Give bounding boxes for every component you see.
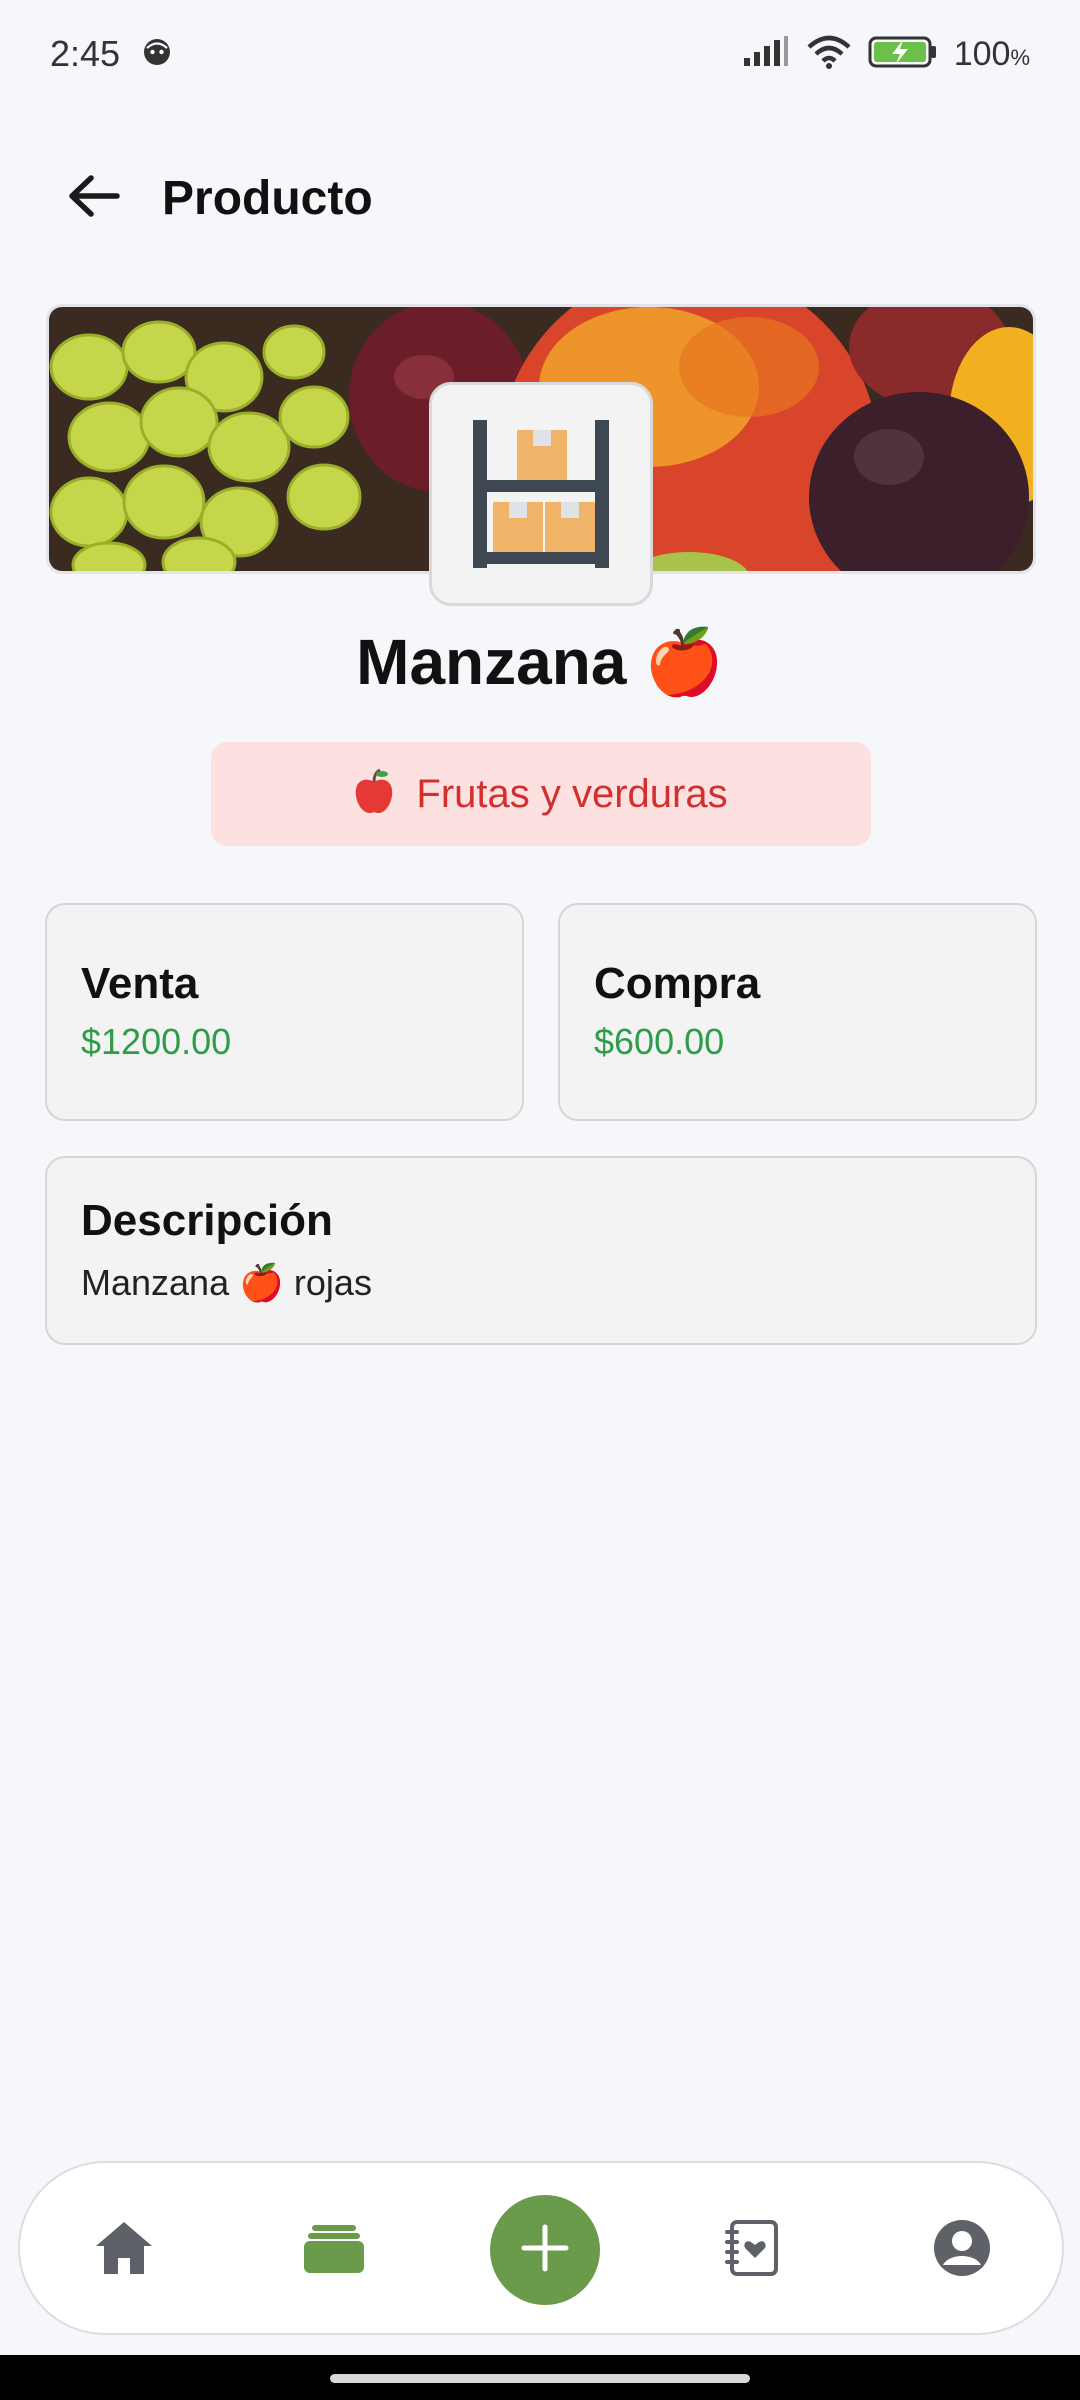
battery-level: 100% (953, 34, 1030, 73)
category-badge: Frutas y verduras (211, 742, 871, 846)
status-bar: 2:45 100% (0, 0, 1080, 108)
status-left: 2:45 (50, 33, 172, 75)
bottom-nav (18, 2161, 1064, 2335)
nav-inventory[interactable] (274, 2163, 394, 2337)
contacts-book-icon (724, 2219, 780, 2281)
app-header: Producto (0, 150, 1080, 246)
nav-contacts[interactable] (692, 2163, 812, 2337)
face-icon (142, 37, 172, 72)
sale-price-value: $1200.00 (81, 1021, 232, 1062)
add-icon (520, 2223, 570, 2278)
description-card: Descripción Manzana 🍎 rojas (45, 1156, 1037, 1345)
purchase-price-value: $600.00 (594, 1021, 725, 1062)
description-label: Descripción (81, 1196, 333, 1245)
purchase-price-label: Compra (594, 959, 761, 1008)
apple-icon (354, 768, 394, 821)
wifi-icon (806, 35, 852, 74)
arrow-left-icon (65, 173, 121, 224)
sale-price-label: Venta (81, 959, 199, 1008)
sale-price-card: Venta $1200.00 (45, 903, 524, 1121)
inventory-icon (304, 2223, 364, 2278)
back-button[interactable] (60, 165, 126, 231)
category-label: Frutas y verduras (416, 771, 728, 816)
product-name: Manzana 🍎 (356, 626, 724, 698)
add-button-circle (490, 2195, 600, 2305)
profile-icon (933, 2219, 991, 2282)
page-title: Producto (162, 171, 373, 225)
battery-charging-icon (868, 35, 938, 74)
nav-home[interactable] (64, 2163, 184, 2337)
status-right: 100% (742, 35, 1030, 74)
description-text: Manzana 🍎 rojas (81, 1262, 372, 1303)
warehouse-shelf-icon (461, 412, 621, 577)
nav-profile[interactable] (902, 2163, 1022, 2337)
signal-icon (742, 35, 790, 73)
product-icon-box (429, 382, 653, 606)
status-time: 2:45 (50, 33, 121, 74)
home-icon (94, 2220, 154, 2281)
purchase-price-card: Compra $600.00 (558, 903, 1037, 1121)
nav-add-button[interactable] (485, 2163, 605, 2337)
home-indicator[interactable] (330, 2374, 750, 2383)
